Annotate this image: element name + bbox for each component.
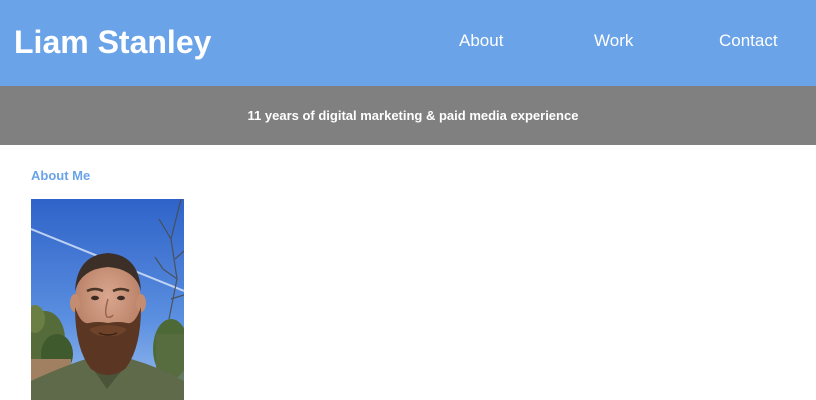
profile-photo xyxy=(31,199,184,400)
site-title[interactable]: Liam Stanley xyxy=(14,22,211,62)
tagline-banner: 11 years of digital marketing & paid med… xyxy=(0,86,816,145)
profile-photo-image xyxy=(31,199,184,400)
tagline-text: 11 years of digital marketing & paid med… xyxy=(247,108,579,123)
nav-link-work[interactable]: Work xyxy=(594,31,633,51)
about-me-heading: About Me xyxy=(31,168,91,183)
site-header: Liam Stanley About Work Contact xyxy=(0,0,816,86)
nav-link-contact[interactable]: Contact xyxy=(719,31,778,51)
nav-link-about[interactable]: About xyxy=(459,31,503,51)
